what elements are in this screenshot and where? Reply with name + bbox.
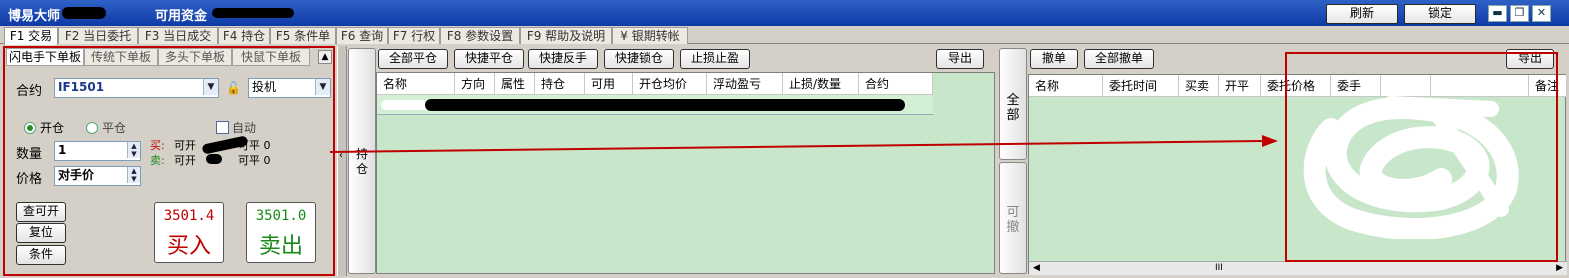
quick-lock-button[interactable]: 快捷锁仓	[604, 49, 674, 69]
quick-close-button[interactable]: 快捷平仓	[454, 49, 524, 69]
col-available[interactable]: 可用	[585, 73, 633, 95]
scroll-left-icon[interactable]: ◀	[1033, 262, 1040, 275]
tab-today-orders[interactable]: F2 当日委托	[58, 27, 138, 44]
orders-cancelable-button[interactable]: 可撤	[999, 162, 1027, 274]
horizontal-scrollbar[interactable]: ◀ III ▶	[1029, 261, 1567, 275]
tab-positions[interactable]: F4 持仓	[218, 27, 270, 44]
splitter[interactable]: ‹	[337, 46, 347, 276]
tab-settings[interactable]: F8 参数设置	[440, 27, 520, 44]
col-float-pnl[interactable]: 浮动盈亏	[707, 73, 783, 95]
redacted-account	[62, 7, 106, 19]
annotation-box-left	[3, 46, 335, 276]
orders-cancelable-label: 可撤	[1006, 205, 1020, 235]
tab-exercise[interactable]: F7 行权	[388, 27, 440, 44]
quick-reverse-button[interactable]: 快捷反手	[528, 49, 598, 69]
stop-loss-button[interactable]: 止损止盈	[680, 49, 750, 69]
col-name[interactable]: 名称	[377, 73, 455, 95]
col-order-time[interactable]: 委托时间	[1103, 75, 1179, 97]
col-contract[interactable]: 合约	[859, 73, 933, 95]
orders-all-button[interactable]: 全部	[999, 48, 1027, 160]
scroll-thumb-grip[interactable]: III	[1215, 262, 1223, 275]
restore-icon[interactable]: ❐	[1510, 5, 1529, 22]
col-position[interactable]: 持仓	[535, 73, 585, 95]
title-bar: 博易大师 可用资金 刷新 锁定 ▬ ❐ ✕	[0, 0, 1569, 26]
tab-trade[interactable]: F1 交易	[4, 27, 58, 45]
tab-help[interactable]: F9 帮助及说明	[520, 27, 612, 44]
lock-button[interactable]: 锁定	[1404, 4, 1476, 24]
close-all-button[interactable]: 全部平仓	[378, 49, 448, 69]
tab-today-fills[interactable]: F3 当日成交	[138, 27, 218, 44]
positions-table: 名称 方向 属性 持仓 可用 开仓均价 浮动盈亏 止损/数量 合约	[376, 72, 995, 274]
col-stop-qty[interactable]: 止损/数量	[783, 73, 859, 95]
col-avg-open[interactable]: 开仓均价	[633, 73, 707, 95]
col-open-close[interactable]: 开平	[1219, 75, 1261, 97]
positions-export-button[interactable]: 导出	[936, 49, 984, 69]
main-tabs: F1 交易 F2 当日委托 F3 当日成交 F4 持仓 F5 条件单 F6 查询…	[0, 26, 1569, 45]
positions-side-label: 持仓	[355, 147, 368, 176]
chevron-left-icon: ‹	[339, 150, 343, 161]
cancel-order-button[interactable]: 撤单	[1030, 49, 1078, 69]
redacted-mark	[381, 100, 431, 110]
table-row[interactable]	[377, 95, 933, 115]
tab-query[interactable]: F6 查询	[336, 27, 388, 44]
tab-conditional[interactable]: F5 条件单	[270, 27, 336, 44]
annotation-box-right	[1285, 52, 1558, 262]
cancel-all-button[interactable]: 全部撤单	[1084, 49, 1154, 69]
col-side[interactable]: 买卖	[1179, 75, 1219, 97]
minimize-icon[interactable]: ▬	[1488, 5, 1507, 22]
app-name: 博易大师	[8, 9, 61, 24]
redacted-funds	[212, 8, 294, 18]
positions-side-button[interactable]: 持仓	[348, 48, 376, 274]
scroll-right-icon[interactable]: ▶	[1556, 262, 1563, 275]
refresh-button[interactable]: 刷新	[1326, 4, 1398, 24]
tab-bank-transfer[interactable]: ¥ 银期转帐	[612, 27, 688, 44]
close-icon[interactable]: ✕	[1532, 5, 1551, 22]
col-name[interactable]: 名称	[1029, 75, 1103, 97]
funds-label: 可用资金	[155, 9, 208, 24]
orders-all-label: 全部	[1006, 93, 1020, 123]
col-direction[interactable]: 方向	[455, 73, 495, 95]
redacted-row-data	[425, 99, 905, 111]
col-attribute[interactable]: 属性	[495, 73, 535, 95]
